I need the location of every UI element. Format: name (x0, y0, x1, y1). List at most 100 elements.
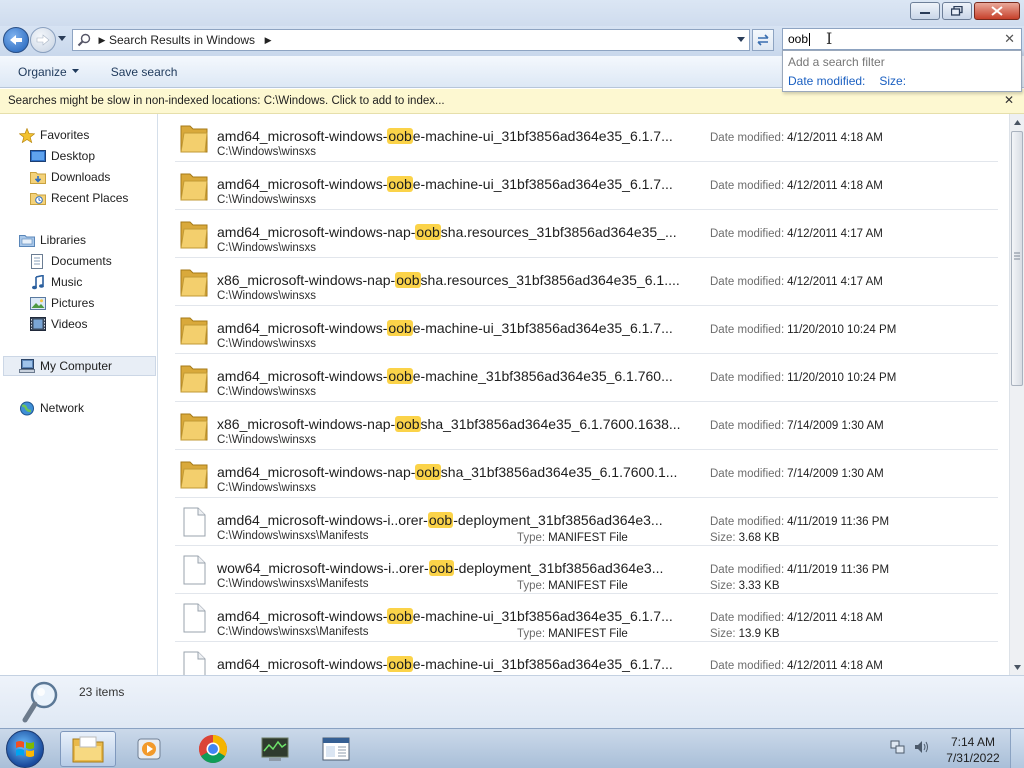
minimize-button[interactable] (910, 2, 940, 20)
result-row[interactable]: amd64_microsoft-windows-oobe-machine-ui_… (175, 114, 998, 162)
scroll-up-button[interactable] (1010, 114, 1024, 130)
sidebar-item-network[interactable]: Network (19, 401, 84, 415)
search-term-highlight: oob (415, 464, 441, 480)
result-row[interactable]: amd64_microsoft-windows-i..orer-oob-depl… (175, 498, 998, 546)
result-name[interactable]: wow64_microsoft-windows-i..orer-oob-depl… (217, 560, 699, 576)
result-row[interactable]: amd64_microsoft-windows-oobe-machine-ui_… (175, 594, 998, 642)
search-term-highlight: oob (387, 608, 413, 624)
sidebar-item-favorites[interactable]: Favorites (19, 127, 89, 143)
breadcrumb-chevron-icon[interactable]: ▶ (261, 35, 275, 46)
result-name[interactable]: amd64_microsoft-windows-nap-oobsha.resou… (217, 224, 699, 240)
index-info-bar[interactable]: Searches might be slow in non-indexed lo… (0, 89, 1024, 114)
search-query[interactable]: oob (788, 32, 808, 46)
scroll-thumb[interactable] (1011, 131, 1023, 386)
show-desktop-button[interactable] (1010, 729, 1024, 768)
network-status-icon[interactable] (890, 739, 906, 755)
result-row[interactable]: amd64_microsoft-windows-oobe-machine-ui_… (175, 306, 998, 354)
result-row[interactable]: amd64_microsoft-windows-nap-oobsha_31bf3… (175, 450, 998, 498)
type-value: MANIFEST File (548, 532, 628, 544)
date-modified-label: Date modified: (710, 228, 785, 240)
result-row[interactable]: amd64_microsoft-windows-nap-oobsha.resou… (175, 210, 998, 258)
result-row[interactable]: amd64_microsoft-windows-oobe-machine-ui_… (175, 162, 998, 210)
folder-icon (179, 170, 209, 202)
close-window-button[interactable] (974, 2, 1020, 20)
sidebar-item-label: Libraries (40, 233, 87, 247)
forward-arrow-icon (36, 34, 50, 46)
sidebar-item-pictures[interactable]: Pictures (30, 296, 94, 310)
result-name[interactable]: amd64_microsoft-windows-i..orer-oob-depl… (217, 512, 699, 528)
filter-size[interactable]: Size: (879, 74, 906, 88)
sidebar-item-downloads[interactable]: Downloads (30, 170, 110, 184)
restore-button[interactable] (942, 2, 972, 20)
search-input[interactable]: oob I ✕ (782, 28, 1022, 50)
type-value: MANIFEST File (548, 628, 628, 640)
result-row[interactable]: wow64_microsoft-windows-i..orer-oob-depl… (175, 546, 998, 594)
result-name[interactable]: amd64_microsoft-windows-oobe-machine-ui_… (217, 320, 699, 336)
result-path: C:\Windows\winsxs (217, 242, 317, 254)
filter-date-modified[interactable]: Date modified: (788, 74, 865, 88)
result-size: Size: 3.33 KB (710, 580, 780, 592)
scroll-down-button[interactable] (1010, 659, 1024, 675)
address-bar[interactable]: ▶ Search Results in Windows ▶ (72, 29, 750, 51)
date-modified-label: Date modified: (710, 324, 785, 336)
sidebar-item-videos[interactable]: Videos (30, 317, 87, 331)
close-icon[interactable]: ✕ (1004, 93, 1014, 107)
result-row[interactable]: amd64_microsoft-windows-oobe-machine-ui_… (175, 642, 998, 675)
recent-pages-dropdown[interactable] (58, 36, 66, 42)
taskbar-window-button[interactable] (308, 731, 364, 767)
taskbar-explorer-button[interactable] (60, 731, 116, 767)
taskbar-media-player-button[interactable] (122, 731, 178, 767)
sidebar-item-label: Downloads (51, 170, 111, 184)
taskbar-clock[interactable]: 7:14 AM 7/31/2022 (942, 734, 1004, 766)
taskbar-chrome-button[interactable] (185, 731, 241, 767)
sidebar-item-label: Network (40, 401, 85, 415)
address-dropdown-icon[interactable] (737, 37, 745, 43)
sidebar-item-libraries[interactable]: Libraries (19, 233, 86, 247)
breadcrumb-separator-icon[interactable]: ▶ (95, 35, 109, 46)
result-name[interactable]: x86_microsoft-windows-nap-oobsha_31bf385… (217, 416, 699, 432)
back-button[interactable] (3, 27, 29, 53)
organize-button[interactable]: Organize (18, 65, 79, 79)
sidebar-item-documents[interactable]: Documents (30, 253, 112, 269)
result-row[interactable]: amd64_microsoft-windows-oobe-machine_31b… (175, 354, 998, 402)
search-filter-dropdown: Add a search filter Date modified: Size: (782, 50, 1022, 92)
sidebar-item-desktop[interactable]: Desktop (30, 149, 95, 163)
text-caret (809, 32, 811, 46)
folder-icon (179, 410, 209, 442)
result-path: C:\Windows\winsxs (217, 290, 317, 302)
forward-button[interactable] (30, 27, 56, 53)
result-row[interactable]: x86_microsoft-windows-nap-oobsha.resourc… (175, 258, 998, 306)
result-name-suffix: e-machine-ui_31bf3856ad364e35_6.1.7... (412, 608, 673, 624)
result-row[interactable]: x86_microsoft-windows-nap-oobsha_31bf385… (175, 402, 998, 450)
search-term-highlight: oob (395, 416, 421, 432)
taskbar-system-monitor-button[interactable] (247, 731, 303, 767)
clear-search-icon[interactable]: ✕ (1004, 31, 1015, 47)
computer-icon (19, 359, 35, 373)
result-name[interactable]: amd64_microsoft-windows-nap-oobsha_31bf3… (217, 464, 699, 480)
start-button[interactable] (6, 730, 44, 768)
refresh-button[interactable] (752, 29, 774, 51)
vertical-scrollbar[interactable] (1009, 114, 1024, 675)
result-name[interactable]: amd64_microsoft-windows-oobe-machine-ui_… (217, 128, 699, 144)
search-term-highlight: oob (387, 320, 413, 336)
result-name[interactable]: amd64_microsoft-windows-oobe-machine-ui_… (217, 608, 699, 624)
breadcrumb[interactable]: Search Results in Windows (109, 33, 255, 47)
refresh-icon (757, 34, 769, 46)
date-modified-label: Date modified: (710, 132, 785, 144)
result-name-suffix: sha_31bf3856ad364e35_6.1.7600.1... (440, 464, 678, 480)
volume-icon[interactable] (914, 739, 930, 755)
sidebar-item-recent-places[interactable]: Recent Places (30, 191, 128, 205)
save-search-button[interactable]: Save search (111, 65, 178, 79)
date-modified-value: 4/12/2011 4:17 AM (787, 276, 883, 288)
info-bar-message[interactable]: Searches might be slow in non-indexed lo… (8, 95, 445, 107)
size-label: Size: (710, 628, 736, 640)
result-name-suffix: sha.resources_31bf3856ad364e35_... (440, 224, 677, 240)
sidebar-item-music[interactable]: Music (30, 274, 82, 289)
result-name[interactable]: amd64_microsoft-windows-oobe-machine-ui_… (217, 656, 699, 672)
result-name-prefix: amd64_microsoft-windows- (217, 608, 388, 624)
result-name[interactable]: x86_microsoft-windows-nap-oobsha.resourc… (217, 272, 699, 288)
result-name[interactable]: amd64_microsoft-windows-oobe-machine_31b… (217, 368, 699, 384)
sidebar-item-my-computer[interactable]: My Computer (3, 356, 156, 376)
result-name[interactable]: amd64_microsoft-windows-oobe-machine-ui_… (217, 176, 699, 192)
result-name-suffix: e-machine_31bf3856ad364e35_6.1.760... (412, 368, 673, 384)
